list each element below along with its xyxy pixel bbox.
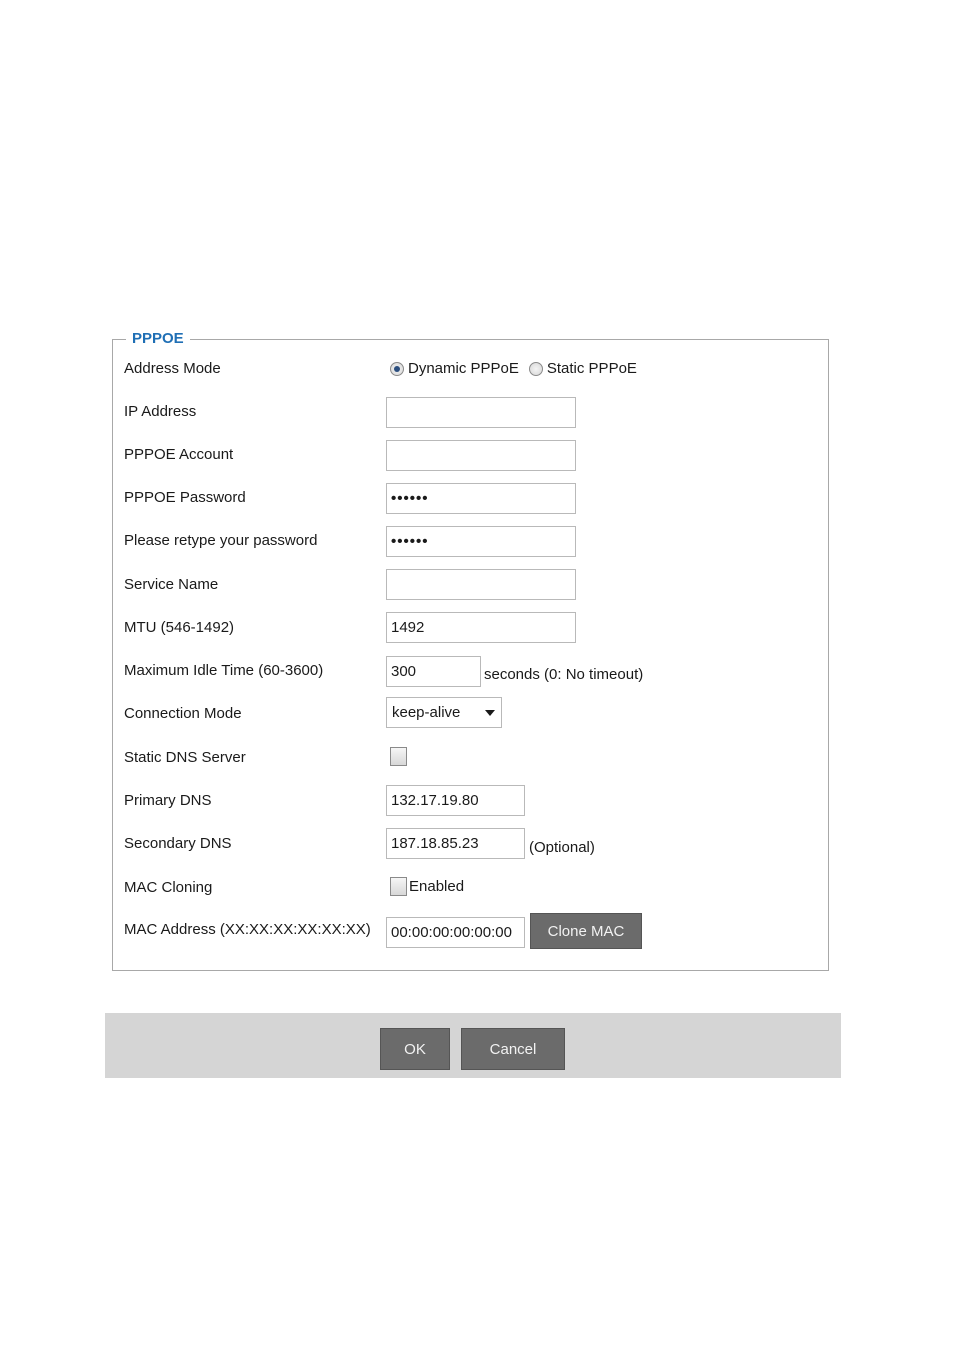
connection-mode-value: keep-alive	[392, 704, 461, 721]
mtu-label: MTU (546-1492)	[124, 619, 235, 636]
connection-mode-row: Connection Mode keep-alive	[124, 697, 824, 731]
secondary-dns-hint: (Optional)	[529, 839, 595, 856]
pppoe-password-label: PPPOE Password	[124, 489, 246, 506]
mac-address-input[interactable]: 00:00:00:00:00:00	[386, 917, 525, 948]
retype-password-input[interactable]: ••••••	[386, 526, 576, 557]
idle-time-input[interactable]: 300	[386, 656, 481, 687]
idle-time-hint: seconds (0: No timeout)	[484, 666, 644, 683]
secondary-dns-input[interactable]: 187.18.85.23	[386, 828, 525, 859]
static-pppoe-label: Static PPPoE	[546, 360, 637, 377]
dynamic-pppoe-radio[interactable]	[390, 361, 404, 376]
ip-address-input[interactable]	[386, 397, 576, 428]
idle-time-row: Maximum Idle Time (60-3600) 300 seconds …	[124, 656, 824, 690]
mac-cloning-enabled-label: Enabled	[409, 878, 465, 895]
ip-address-label: IP Address	[124, 403, 197, 420]
secondary-dns-row: Secondary DNS 187.18.85.23 (Optional)	[124, 828, 824, 862]
connection-mode-label: Connection Mode	[124, 705, 242, 722]
static-dns-label: Static DNS Server	[124, 749, 246, 766]
mac-cloning-checkbox[interactable]	[390, 877, 407, 896]
static-dns-checkbox[interactable]	[390, 747, 407, 766]
retype-password-label: Please retype your password	[124, 532, 318, 549]
mac-cloning-label: MAC Cloning	[124, 879, 213, 896]
ip-address-row: IP Address	[124, 397, 824, 431]
dynamic-pppoe-label: Dynamic PPPoE	[408, 360, 519, 377]
service-name-label: Service Name	[124, 576, 219, 593]
service-name-input[interactable]	[386, 569, 576, 600]
pppoe-account-label: PPPOE Account	[124, 446, 234, 463]
chevron-down-icon	[485, 709, 495, 716]
cancel-button[interactable]: Cancel	[461, 1028, 565, 1070]
primary-dns-row: Primary DNS 132.17.19.80	[124, 785, 824, 819]
static-dns-row: Static DNS Server	[124, 744, 824, 778]
mac-address-label: MAC Address (XX:XX:XX:XX:XX:XX)	[124, 921, 371, 938]
pppoe-password-input[interactable]: ••••••	[386, 483, 576, 514]
static-pppoe-radio[interactable]	[528, 361, 543, 376]
mac-address-row: MAC Address (XX:XX:XX:XX:XX:XX) 00:00:00…	[124, 913, 824, 949]
ok-button[interactable]: OK	[380, 1028, 450, 1070]
address-mode-row: Address Mode Dynamic PPPoE Static PPPoE	[124, 359, 824, 393]
dynamic-pppoe-option[interactable]: Dynamic PPPoE	[386, 360, 519, 377]
footer-bar: OK Cancel	[105, 1013, 841, 1078]
clone-mac-button[interactable]: Clone MAC	[530, 913, 642, 949]
static-pppoe-option[interactable]: Static PPPoE	[528, 360, 637, 377]
mtu-row: MTU (546-1492) 1492	[124, 612, 824, 646]
idle-time-label: Maximum Idle Time (60-3600)	[124, 662, 324, 679]
address-mode-options: Dynamic PPPoE Static PPPoE	[386, 360, 637, 377]
pppoe-legend: PPPOE	[126, 330, 190, 348]
pppoe-account-input[interactable]	[386, 440, 576, 471]
connection-mode-select[interactable]: keep-alive	[386, 697, 502, 728]
address-mode-label: Address Mode	[124, 360, 221, 377]
pppoe-password-row: PPPOE Password ••••••	[124, 483, 824, 517]
mac-cloning-row: MAC Cloning Enabled	[124, 876, 824, 910]
secondary-dns-label: Secondary DNS	[124, 835, 232, 852]
mac-cloning-option[interactable]: Enabled	[390, 877, 464, 896]
primary-dns-label: Primary DNS	[124, 792, 212, 809]
service-name-row: Service Name	[124, 569, 824, 603]
mtu-input[interactable]: 1492	[386, 612, 576, 643]
primary-dns-input[interactable]: 132.17.19.80	[386, 785, 525, 816]
retype-password-row: Please retype your password ••••••	[124, 526, 824, 560]
pppoe-account-row: PPPOE Account	[124, 440, 824, 474]
